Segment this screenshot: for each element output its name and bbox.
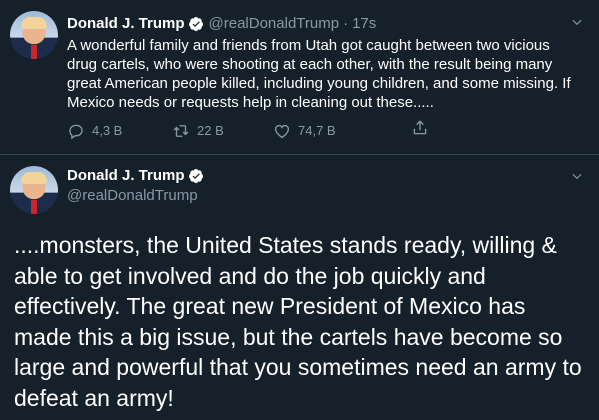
like-button[interactable]: 74,7 В [273,119,336,143]
reply-count: 4,3 В [92,123,123,138]
tweet-1-header: Donald J. Trump @realDonaldTrump · 17s [67,14,376,34]
share-button[interactable] [411,119,436,137]
tweet-text: A wonderful family and friends from Utah… [67,37,571,111]
avatar[interactable] [10,166,58,214]
retweet-count: 22 В [197,123,224,138]
retweet-button[interactable]: 22 В [172,119,224,143]
timestamp[interactable]: 17s [352,14,376,34]
handle[interactable]: @realDonaldTrump [209,14,340,34]
tweet-1[interactable]: Donald J. Trump @realDonaldTrump · 17s A… [0,0,599,155]
heart-icon [274,124,290,139]
display-name[interactable]: Donald J. Trump [67,166,185,186]
reply-button[interactable]: 4,3 В [67,119,122,143]
tweet-2[interactable]: Donald J. Trump @realDonaldTrump ....mon… [0,156,599,420]
tweet-2-header: Donald J. Trump [67,166,204,186]
share-icon [413,120,427,135]
display-name[interactable]: Donald J. Trump [67,14,185,34]
reply-icon [69,124,83,140]
handle[interactable]: @realDonaldTrump [67,186,198,206]
like-count: 74,7 В [298,123,336,138]
chevron-down-icon[interactable] [570,169,584,183]
avatar[interactable] [10,11,58,59]
verified-badge-icon [188,169,203,183]
retweet-icon [173,125,189,137]
separator: · [343,15,349,32]
chevron-down-icon[interactable] [570,15,584,29]
tweet-actions: 4,3 В 22 В 74,7 В [67,119,517,143]
tweet-text: ....monsters, the United States stands r… [14,232,582,411]
verified-badge-icon [188,17,203,31]
